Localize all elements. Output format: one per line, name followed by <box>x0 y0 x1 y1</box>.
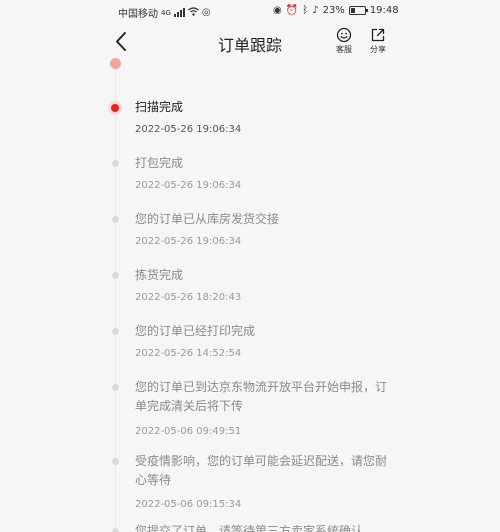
event-title: 您的订单已到达京东物流开放平台开始申报，订单完成清关后将下传 <box>135 380 388 413</box>
event-title: 打包完成 <box>135 156 184 170</box>
status-dot <box>112 272 119 279</box>
event-title: 您的订单已经打印完成 <box>135 324 256 338</box>
status-right: ◉ ⏰ ᛒ ♪ 23% 19:48 <box>273 5 399 16</box>
event-title: 您的订单已从库房发货交接 <box>135 212 280 226</box>
status-dot <box>108 101 122 115</box>
customer-service-button[interactable]: 客服 <box>329 27 359 55</box>
event-title: 受疫情影响，您的订单可能会延迟配送，请您耐心等待 <box>135 454 388 487</box>
bluetooth-icon: ᛒ <box>302 4 309 16</box>
event-title: 扫描完成 <box>135 100 184 114</box>
event-time: 2022-05-26 19:06:34 <box>135 236 242 247</box>
order-tracking-page: 中国移动 4G ◎ ◉ ⏰ ᛒ ♪ 23% 19:48 订单跟踪 客服 分享 扫… <box>0 0 500 532</box>
customer-service-label: 客服 <box>336 45 352 54</box>
status-dot <box>112 384 119 391</box>
battery-percent: 23% <box>322 5 345 16</box>
clock: 19:48 <box>369 5 399 16</box>
network-label: 4G <box>161 8 171 17</box>
event-time: 2022-05-26 14:52:54 <box>135 348 242 359</box>
event-title: 拣货完成 <box>135 268 184 282</box>
event-time: 2022-05-26 19:06:34 <box>135 180 242 191</box>
share-button[interactable]: 分享 <box>363 27 393 55</box>
event-time: 2022-05-06 09:15:34 <box>135 499 242 510</box>
carrier-label: 中国移动 <box>118 9 158 20</box>
mute-icon: ♪ <box>312 4 319 16</box>
status-dot <box>112 216 119 223</box>
battery-icon <box>348 6 368 15</box>
status-dot <box>112 528 119 532</box>
event-time: 2022-05-06 09:49:51 <box>135 426 242 437</box>
tracking-timeline: 扫描完成 2022-05-26 19:06:34 打包完成 2022-05-26… <box>0 58 500 532</box>
share-icon <box>371 28 385 42</box>
share-label: 分享 <box>370 45 386 54</box>
location-icon: ◎ <box>201 6 211 18</box>
event-time: 2022-05-26 19:06:34 <box>135 124 242 135</box>
page-title: 订单跟踪 <box>217 36 282 55</box>
eye-icon: ◉ <box>273 4 282 16</box>
status-dot <box>112 458 119 465</box>
event-title: 您提交了订单，请等待第三方卖家系统确认 <box>135 524 364 532</box>
status-dot <box>112 328 119 335</box>
event-time: 2022-05-26 18:20:43 <box>135 292 242 303</box>
status-dot <box>112 160 119 167</box>
status-left: 中国移动 4G ◎ <box>118 5 211 20</box>
status-bar: 中国移动 4G ◎ ◉ ⏰ ᛒ ♪ 23% 19:48 <box>0 0 500 22</box>
nav-header: 订单跟踪 客服 分享 <box>0 22 500 64</box>
timeline-top-dot <box>110 58 121 69</box>
alarm-icon: ⏰ <box>285 4 299 16</box>
smiley-icon <box>336 27 352 43</box>
signal-icon <box>173 8 185 17</box>
wifi-icon <box>188 6 199 19</box>
